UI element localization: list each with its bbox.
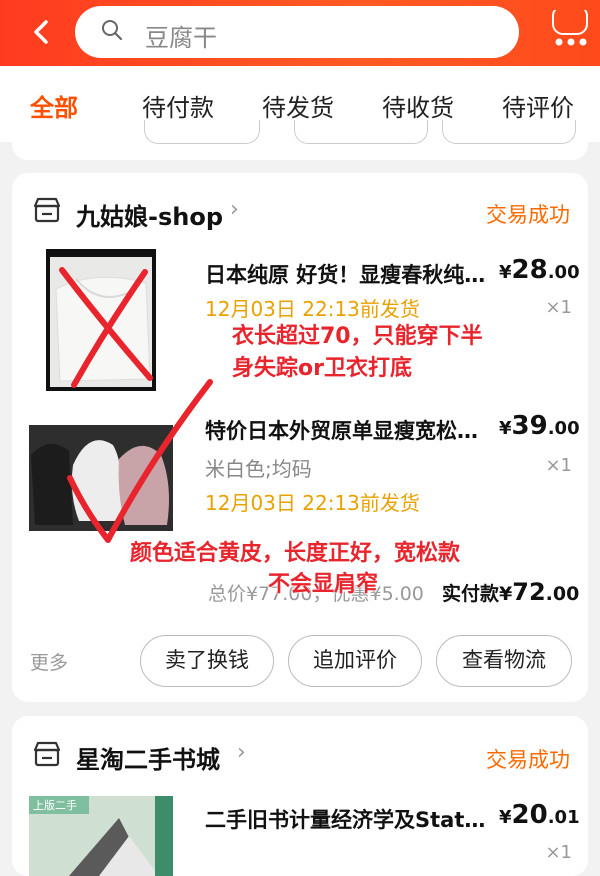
ship-deadline: 12月03日 22:13前发货: [205, 491, 420, 515]
top-bar: 豆腐干: [0, 0, 600, 66]
annotation-text: 颜色适合黄皮，长度正好，宽松款: [130, 541, 461, 566]
product-image[interactable]: 上版二手: [29, 796, 173, 876]
previous-button-stub[interactable]: [442, 120, 576, 144]
tab-all[interactable]: 全部: [30, 88, 78, 123]
book-cover-label: 上版二手: [33, 799, 77, 812]
order-status: 交易成功: [486, 748, 570, 772]
product-title[interactable]: 日本纯原 好货！显瘦春秋纯…: [205, 259, 485, 289]
shop-icon: [33, 197, 61, 223]
shop-name[interactable]: 九姑娘-shop: [76, 197, 223, 232]
order-card: 星淘二手书城 › 交易成功 上版二手 二手旧书计量经济学及Stat… ¥20.0…: [12, 716, 588, 876]
product-price: ¥28.00: [499, 255, 580, 285]
tab-pending-receipt[interactable]: 待收货: [382, 88, 454, 123]
product-price: ¥20.01: [499, 800, 580, 830]
product-title[interactable]: 二手旧书计量经济学及Stat…: [205, 804, 485, 834]
more-actions-link[interactable]: 更多: [30, 648, 68, 675]
annotation-text: 身失踪or卫衣打底: [232, 356, 412, 381]
view-logistics-button[interactable]: 查看物流: [436, 635, 572, 687]
shop-icon: [33, 741, 61, 767]
product-quantity: ×1: [545, 455, 572, 476]
previous-button-stub[interactable]: [144, 120, 260, 144]
paid-amount: 实付款¥72.00: [442, 578, 580, 606]
product-image[interactable]: [46, 249, 156, 391]
shop-name[interactable]: 星淘二手书城: [76, 740, 220, 775]
search-placeholder: 豆腐干: [145, 24, 217, 52]
tab-pending-shipment[interactable]: 待发货: [262, 88, 334, 123]
more-options-icon[interactable]: [545, 5, 589, 54]
previous-order-card: [12, 120, 588, 160]
product-quantity: ×1: [545, 842, 572, 863]
annotation-text: 不会显肩窄: [268, 572, 379, 597]
previous-button-stub[interactable]: [294, 120, 428, 144]
tab-pending-review[interactable]: 待评价: [502, 88, 574, 123]
product-title[interactable]: 特价日本外贸原单显瘦宽松…: [205, 415, 478, 445]
resell-button[interactable]: 卖了换钱: [140, 635, 274, 687]
product-price: ¥39.00: [499, 411, 580, 441]
search-icon: [102, 20, 123, 41]
back-arrow-icon[interactable]: [26, 14, 56, 50]
product-image[interactable]: [29, 425, 173, 531]
tab-pending-payment[interactable]: 待付款: [142, 88, 214, 123]
search-box[interactable]: 豆腐干: [75, 6, 519, 58]
chevron-right-icon[interactable]: ›: [230, 197, 239, 222]
chevron-right-icon[interactable]: ›: [237, 740, 246, 765]
annotation-text: 衣长超过70，只能穿下半: [232, 324, 483, 349]
add-review-button[interactable]: 追加评价: [288, 635, 422, 687]
order-status: 交易成功: [486, 203, 570, 227]
product-quantity: ×1: [545, 297, 572, 318]
product-spec: 米白色;均码: [205, 457, 312, 481]
order-card: 九姑娘-shop › 交易成功 日本纯原 好货！显瘦春秋纯… ¥28.00 ×1…: [12, 173, 588, 702]
